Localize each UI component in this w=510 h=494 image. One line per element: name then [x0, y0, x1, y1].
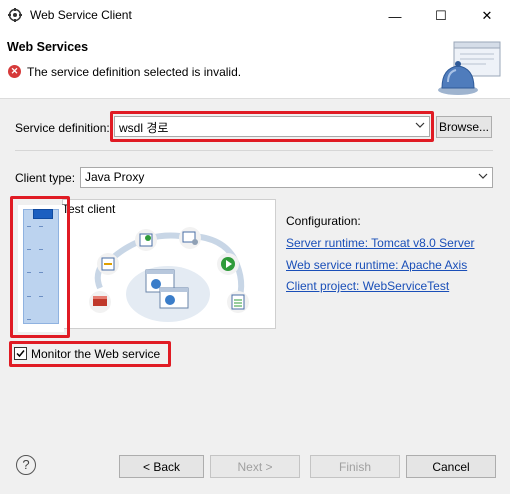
slider-tick [39, 249, 43, 250]
slider-tick [27, 296, 31, 297]
slider-tick [27, 249, 31, 250]
slider-tick [39, 296, 43, 297]
page-title: Web Services [7, 40, 89, 54]
test-client-diagram [89, 227, 249, 322]
slider-thumb[interactable] [33, 209, 53, 219]
help-icon: ? [22, 457, 30, 472]
close-button[interactable]: ✕ [464, 0, 510, 32]
checkmark-icon [16, 350, 25, 358]
report-icon [227, 291, 249, 313]
library-icon [97, 253, 119, 275]
web-service-runtime-link[interactable]: Web service runtime: Apache Axis [286, 258, 467, 272]
maximize-icon: ☐ [435, 8, 447, 23]
minimize-button[interactable]: — [372, 0, 418, 32]
window-title: Web Service Client [30, 8, 132, 22]
monitor-label[interactable]: Monitor the Web service [31, 347, 160, 361]
help-button[interactable]: ? [16, 455, 36, 475]
browse-button-label: Browse... [438, 120, 489, 134]
server-runtime-link[interactable]: Server runtime: Tomcat v8.0 Server [286, 236, 475, 250]
back-button[interactable]: < Back [119, 455, 204, 478]
finish-button-label: Finish [338, 459, 371, 474]
separator [15, 150, 493, 151]
client-type-combo[interactable]: Java Proxy [80, 167, 493, 188]
slider-tick [39, 272, 43, 273]
app-icon [8, 8, 22, 22]
client-icon [135, 229, 157, 251]
wizard-header: Web Services ✕ The service definition se… [0, 32, 510, 99]
client-type-value: Java Proxy [85, 170, 145, 184]
monitor-checkbox[interactable] [14, 347, 27, 360]
service-definition-value: wsdl 경로 [119, 121, 169, 135]
error-icon: ✕ [8, 65, 21, 78]
settings-icon [179, 227, 201, 249]
title-bar: Web Service Client — ☐ ✕ [0, 0, 510, 32]
slider-tick [39, 226, 43, 227]
browse-button[interactable]: Browse... [436, 116, 492, 138]
database-icon [89, 291, 111, 313]
configuration-heading: Configuration: [286, 214, 361, 228]
next-button-label: Next > [237, 459, 273, 474]
wizard-banner-icon [438, 41, 501, 95]
client-type-label: Client type: [15, 171, 76, 185]
slider-tick [27, 319, 31, 320]
chevron-down-icon [415, 122, 425, 128]
slider-tick [27, 272, 31, 273]
slider-tick [27, 226, 31, 227]
cancel-button[interactable]: Cancel [406, 455, 496, 478]
error-message: The service definition selected is inval… [27, 65, 242, 79]
back-button-label: < Back [142, 459, 181, 474]
cancel-button-label: Cancel [432, 459, 470, 474]
minimize-icon: — [388, 8, 402, 24]
maximize-button[interactable]: ☐ [418, 0, 464, 32]
next-button[interactable]: Next > [210, 455, 300, 478]
service-definition-combo[interactable]: wsdl 경로 [114, 116, 430, 137]
close-icon: ✕ [481, 8, 493, 23]
run-icon [217, 253, 239, 275]
client-project-link[interactable]: Client project: WebServiceTest [286, 279, 449, 293]
test-client-caption: Test client [62, 202, 116, 216]
chevron-down-icon [478, 173, 488, 179]
finish-button[interactable]: Finish [310, 455, 400, 478]
service-definition-label: Service definition: [15, 121, 110, 135]
